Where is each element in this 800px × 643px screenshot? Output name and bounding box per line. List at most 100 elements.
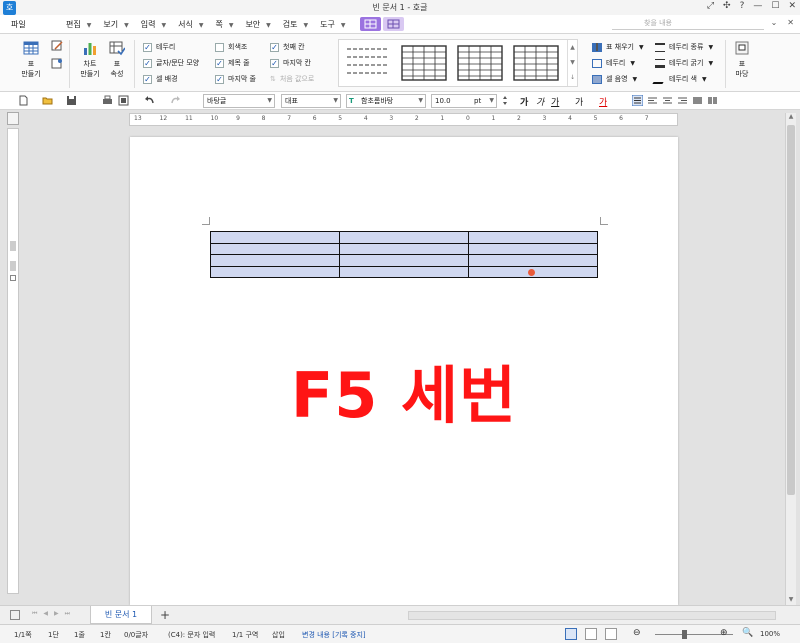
view-web-icon[interactable] — [585, 628, 597, 640]
print-preview-icon[interactable] — [118, 95, 129, 106]
underline-button[interactable]: 가 — [551, 95, 559, 108]
outline-select[interactable]: 대표 ▼ — [281, 94, 341, 108]
minimize-icon[interactable]: — — [753, 1, 762, 11]
open-folder-icon[interactable] — [42, 95, 53, 106]
align-right-icon[interactable] — [677, 95, 688, 106]
gallery-scroll[interactable]: ▲ ▼ ↓ — [567, 40, 577, 86]
print-icon[interactable] — [102, 95, 113, 106]
redo-icon[interactable] — [170, 95, 181, 106]
gallery-up-icon[interactable]: ▲ — [568, 40, 577, 55]
check-border[interactable]: ✓ 테두리 — [143, 42, 175, 52]
status-insert-mode[interactable]: 삽입 — [272, 630, 285, 640]
check-header-row[interactable]: ✓ 제목 줄 — [215, 58, 250, 68]
view-page-icon[interactable] — [605, 628, 617, 640]
font-size-step-icon[interactable] — [500, 95, 511, 106]
table-cell[interactable] — [339, 242, 469, 256]
checkbox-border[interactable]: ✓ — [143, 42, 152, 52]
status-page[interactable]: 1/1쪽 — [14, 630, 32, 640]
view-normal-icon[interactable] — [565, 628, 577, 640]
new-document-icon[interactable] — [18, 95, 29, 106]
align-divide-icon[interactable] — [707, 95, 718, 106]
document-page[interactable]: F5 세번 — [130, 137, 678, 605]
check-last-col[interactable]: ✓ 마지막 칸 — [270, 58, 311, 68]
horizontal-scrollbar[interactable] — [408, 611, 776, 620]
border-color-button[interactable]: 테두리 색 ▼ — [652, 74, 707, 84]
checkbox-grayscale[interactable] — [215, 42, 224, 52]
checkbox-char-para-shape[interactable]: ✓ — [143, 58, 152, 68]
vertical-scrollbar[interactable]: ▲ ▼ — [785, 113, 796, 605]
italic-button[interactable]: 가 — [536, 95, 544, 108]
checkbox-cell-bg[interactable]: ✓ — [143, 74, 152, 84]
scroll-up-icon[interactable]: ▲ — [786, 113, 796, 120]
checkbox-header-row[interactable]: ✓ — [215, 58, 224, 68]
vertical-scroll-thumb[interactable] — [787, 125, 795, 495]
tab-list-icon[interactable] — [10, 610, 20, 620]
style-select[interactable]: 바탕글 ▼ — [203, 94, 275, 108]
pin-icon[interactable]: ✣ — [723, 1, 731, 11]
table-cell[interactable] — [210, 242, 340, 256]
table-cell[interactable] — [339, 231, 469, 244]
tab-blank-document-1[interactable]: 빈 문서 1 — [90, 606, 152, 624]
horizontal-ruler[interactable]: 13 12 11 10 9 8 7 6 5 4 3 2 1 0 1 2 3 4 5 6 7 — [129, 113, 678, 126]
chart-create-button[interactable]: 차트 만들기 — [76, 40, 104, 79]
align-justify-icon[interactable] — [632, 95, 643, 106]
align-center-icon[interactable] — [662, 95, 673, 106]
table-style-thumb-4[interactable] — [513, 45, 559, 81]
zoom-level[interactable]: 100% — [760, 630, 780, 638]
table-cell[interactable] — [468, 231, 598, 244]
add-tab-button[interactable]: + — [160, 608, 170, 622]
checkbox-last-col[interactable]: ✓ — [270, 58, 279, 68]
tab-next-icon[interactable]: ▶ — [54, 610, 65, 617]
table-cell[interactable] — [468, 242, 598, 256]
check-first-col[interactable]: ✓ 첫째 칸 — [270, 42, 305, 52]
cell-shading-button[interactable]: 셀 음영 ▼ — [592, 74, 637, 84]
check-last-row[interactable]: ✓ 마지막 줄 — [215, 74, 256, 84]
border-button[interactable]: 테두리 ▼ — [592, 58, 635, 68]
table-design-tab-icon[interactable] — [360, 17, 381, 31]
tab-prev-icon[interactable]: ◀ — [43, 610, 54, 617]
fullscreen-icon[interactable]: ⤢ — [707, 1, 714, 11]
ribbon-toggle-icon[interactable]: ⌄ — [771, 18, 778, 27]
menu-file[interactable]: 파일 — [11, 19, 26, 30]
reset-defaults-button[interactable]: ⇅ 처음 값으로 — [270, 74, 314, 84]
undo-icon[interactable] — [144, 95, 155, 106]
align-left-icon[interactable] — [647, 95, 658, 106]
scroll-down-icon[interactable]: ▼ — [786, 596, 796, 603]
border-thickness-button[interactable]: 테두리 굵기 ▼ — [655, 58, 713, 68]
table-style-thumb-2[interactable] — [401, 45, 447, 81]
menu-view[interactable]: 보기 ▼ — [103, 19, 128, 30]
gallery-more-icon[interactable]: ↓ — [568, 70, 577, 85]
table-layout-tab-icon[interactable] — [383, 17, 404, 31]
bold-button[interactable]: 가 — [520, 95, 528, 108]
table-cell[interactable] — [468, 254, 598, 267]
maximize-icon[interactable]: ☐ — [771, 1, 779, 11]
checkbox-first-col[interactable]: ✓ — [270, 42, 279, 52]
table-draw-icon[interactable] — [51, 58, 63, 70]
zoom-slider-handle[interactable] — [682, 630, 687, 639]
table-style-thumb-1[interactable] — [345, 45, 391, 81]
menu-insert[interactable]: 입력 ▼ — [141, 19, 166, 30]
menu-tools[interactable]: 도구 ▼ — [320, 19, 345, 30]
search-input[interactable]: 찾을 내용 — [612, 18, 764, 30]
table-madang-button[interactable]: 표 마당 — [731, 40, 753, 79]
tab-first-icon[interactable]: ⏮ — [32, 610, 43, 617]
zoom-out-icon[interactable]: ⊖ — [633, 628, 641, 638]
vertical-ruler[interactable] — [7, 128, 19, 594]
check-cell-bg[interactable]: ✓ 셀 배경 — [143, 74, 178, 84]
document-table[interactable] — [210, 231, 598, 279]
zoom-magnifier-icon[interactable]: 🔍 — [742, 628, 753, 638]
strikethrough-button[interactable]: 가 — [575, 95, 583, 108]
table-cell[interactable] — [210, 231, 340, 244]
table-cell[interactable] — [339, 265, 469, 279]
menu-review[interactable]: 검토 ▼ — [283, 19, 308, 30]
font-size-select[interactable]: 10.0 pt ▼ — [431, 94, 497, 108]
font-select[interactable]: T 함초롬바탕 ▼ — [346, 94, 426, 108]
table-style-thumb-3[interactable] — [457, 45, 503, 81]
menu-security[interactable]: 보안 ▼ — [245, 19, 270, 30]
table-cell[interactable] — [210, 254, 340, 267]
document-close-icon[interactable]: ✕ — [787, 18, 794, 27]
font-color-button[interactable]: 가 — [599, 95, 607, 108]
status-track-changes[interactable]: 변경 내용 [기록 중지] — [302, 630, 366, 640]
menu-page[interactable]: 쪽 ▼ — [215, 19, 233, 30]
menu-format[interactable]: 서식 ▼ — [178, 19, 203, 30]
